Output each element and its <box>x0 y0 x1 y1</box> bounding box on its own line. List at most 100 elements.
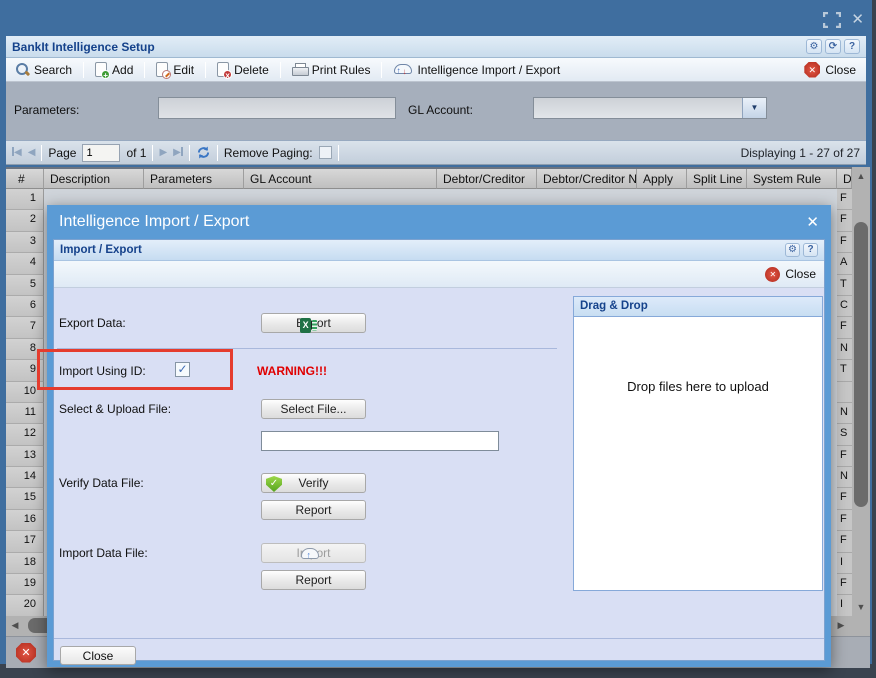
close-stop-icon: ✕ <box>765 267 780 282</box>
scroll-right-icon[interactable]: ▶ <box>834 620 848 631</box>
drag-drop-panel[interactable]: Drag & Drop Drop files here to upload <box>573 296 823 591</box>
refresh-icon[interactable]: ⟳ <box>825 39 841 54</box>
grid-column-header[interactable]: System Rule <box>747 169 837 189</box>
scroll-down-icon[interactable]: ▼ <box>852 602 870 612</box>
row-number-cell: 7 <box>6 317 44 338</box>
print-rules-button[interactable]: Print Rules <box>288 61 375 79</box>
row-number-cell: 12 <box>6 424 44 445</box>
import-button[interactable]: Import <box>261 543 366 563</box>
gear-icon[interactable]: ⚙ <box>785 243 800 257</box>
grid-header-row: #DescriptionParametersGL AccountDebtor/C… <box>6 167 852 189</box>
dialog-close-icon[interactable]: ✕ <box>806 213 819 231</box>
bottom-close-stop-icon[interactable]: ✕ <box>16 643 36 663</box>
grid-row-edge-cell: F <box>837 210 852 231</box>
add-button[interactable]: + Add <box>91 60 137 79</box>
dialog-header[interactable]: Intelligence Import / Export ✕ <box>47 205 831 239</box>
gl-account-select[interactable]: ▼ <box>533 97 767 119</box>
import-export-toolbar: ✕ Close <box>54 261 824 288</box>
grid-column-header[interactable]: Split Line <box>687 169 747 189</box>
verify-button-label: Verify <box>298 476 328 490</box>
refresh-grid-icon[interactable] <box>196 145 211 160</box>
search-button[interactable]: Search <box>12 61 76 79</box>
grid-column-header[interactable]: Deb <box>837 169 852 189</box>
paging-separator <box>189 145 190 161</box>
parameters-input[interactable] <box>158 97 396 119</box>
verify-data-file-label: Verify Data File: <box>59 476 144 490</box>
grid-row-edge-cell: F <box>837 488 852 509</box>
grid-row-edge-cell: F <box>837 189 852 210</box>
drag-drop-title: Drag & Drop <box>574 297 822 317</box>
row-number-cell: 14 <box>6 467 44 488</box>
drag-drop-hint: Drop files here to upload <box>574 317 822 394</box>
help-icon[interactable]: ? <box>844 39 860 54</box>
verify-report-button[interactable]: Report <box>261 500 366 520</box>
page-number-input[interactable] <box>82 144 120 162</box>
prev-page-button[interactable]: ◀ <box>28 147 36 159</box>
toolbar-separator <box>205 62 206 78</box>
parameters-label: Parameters: <box>14 103 79 117</box>
chevron-down-icon[interactable]: ▼ <box>742 98 766 118</box>
grid-column-header[interactable]: # <box>6 169 44 189</box>
grid-column-header[interactable]: Debtor/Creditor Na <box>537 169 637 189</box>
verify-button[interactable]: ✓ Verify <box>261 473 366 493</box>
export-button[interactable]: Export <box>261 313 366 333</box>
import-export-panel-title: Import / Export <box>60 244 142 256</box>
next-page-button[interactable]: ▶ <box>159 147 167 159</box>
toolbar-separator <box>144 62 145 78</box>
intelligence-import-export-button[interactable]: ↑↓ Intelligence Import / Export <box>389 61 564 79</box>
page-label: Page <box>48 146 76 160</box>
grid-column-header[interactable]: Parameters <box>144 169 244 189</box>
edit-button[interactable]: Edit <box>152 60 198 79</box>
row-number-cell: 16 <box>6 510 44 531</box>
maximize-icon[interactable] <box>823 12 841 28</box>
grid-row-edge-cell <box>837 382 852 403</box>
grid-row-edge-cell: T <box>837 275 852 296</box>
toolbar-separator <box>280 62 281 78</box>
vertical-scroll-thumb[interactable] <box>854 222 868 507</box>
close-stop-icon: ✕ <box>804 62 820 78</box>
row-number-cell: 3 <box>6 232 44 253</box>
import-export-panel: Import / Export ⚙ ? ✕ Close Export Data:… <box>53 239 825 661</box>
grid-row-edge-cell: N <box>837 467 852 488</box>
grid-column-header[interactable]: Apply <box>637 169 687 189</box>
annotation-highlight-rectangle <box>37 349 233 390</box>
main-toolbar: Search + Add Edit x Delete Print Rules ↑… <box>6 58 866 82</box>
search-label: Search <box>34 63 72 77</box>
import-report-label: Report <box>295 573 331 587</box>
scroll-left-icon[interactable]: ◀ <box>8 620 22 631</box>
paging-separator <box>338 145 339 161</box>
divider <box>54 638 824 639</box>
warning-text: WARNING!!! <box>257 364 327 378</box>
row-number-cell: 5 <box>6 275 44 296</box>
modal-close-button-label: Close <box>83 649 114 663</box>
delete-button[interactable]: x Delete <box>213 60 273 79</box>
help-icon[interactable]: ? <box>803 243 818 257</box>
gear-icon[interactable]: ⚙ <box>806 39 822 54</box>
grid-row-edge-cell: C <box>837 296 852 317</box>
grid-row-edge-cell: A <box>837 253 852 274</box>
file-path-input[interactable] <box>261 431 499 451</box>
dialog-title: Intelligence Import / Export <box>59 213 249 231</box>
paging-separator <box>152 145 153 161</box>
search-icon <box>16 63 29 76</box>
window-close-icon[interactable]: ✕ <box>851 12 864 28</box>
scroll-up-icon[interactable]: ▲ <box>852 171 870 181</box>
close-label: Close <box>825 63 856 77</box>
modal-close-button[interactable]: Close <box>60 646 136 665</box>
first-page-button[interactable]: ◀ <box>12 147 22 159</box>
remove-paging-checkbox[interactable] <box>319 146 332 159</box>
grid-column-header[interactable]: GL Account <box>244 169 437 189</box>
gl-account-label: GL Account: <box>408 103 473 117</box>
vertical-scrollbar[interactable]: ▲ ▼ <box>852 167 870 616</box>
grid-row-edge-cell: I <box>837 553 852 574</box>
dialog-close-button[interactable]: ✕ Close <box>765 267 816 282</box>
grid-column-header[interactable]: Debtor/Creditor <box>437 169 537 189</box>
last-page-button[interactable]: ▶ <box>173 147 183 159</box>
close-button-toolbar[interactable]: ✕ Close <box>800 60 860 80</box>
toolbar-separator <box>83 62 84 78</box>
grid-row-edge-cell: F <box>837 510 852 531</box>
remove-paging-label: Remove Paging: <box>224 146 313 160</box>
grid-column-header[interactable]: Description <box>44 169 144 189</box>
select-file-button[interactable]: Select File... <box>261 399 366 419</box>
import-report-button[interactable]: Report <box>261 570 366 590</box>
